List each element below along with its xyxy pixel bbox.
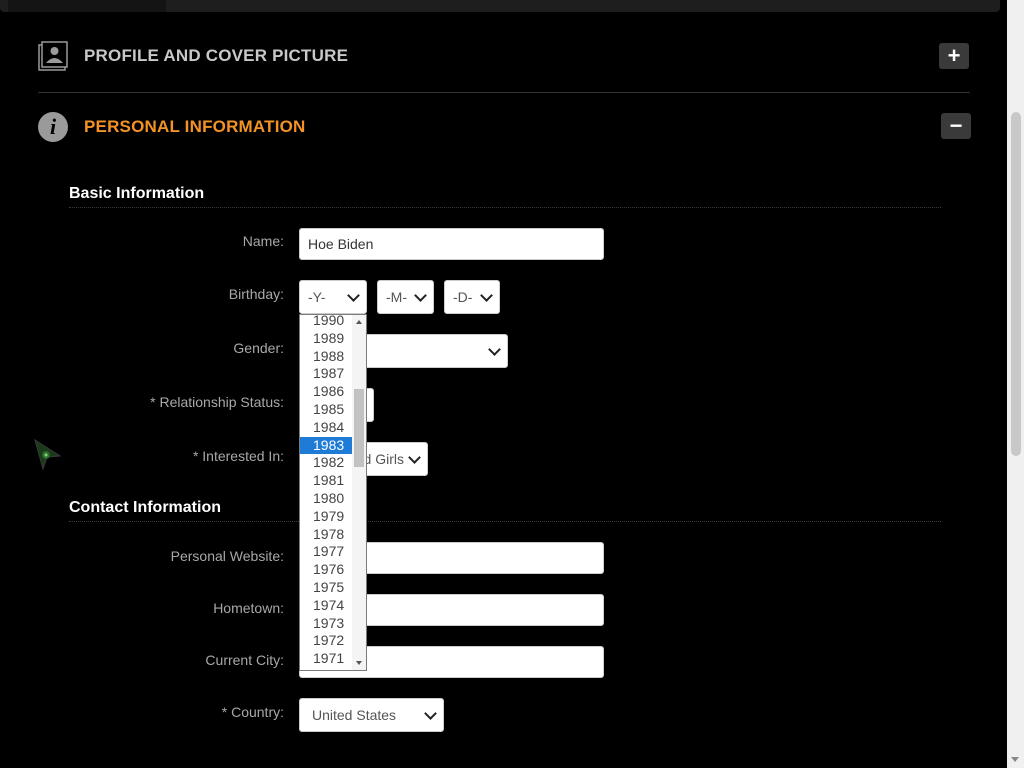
country-value: United States: [312, 707, 397, 723]
chevron-down-icon: [488, 342, 501, 356]
birthday-month-value: -M-: [386, 289, 407, 305]
year-dropdown-list[interactable]: 1990 1989 1988 1987 1986 1985 1984 1983 1982 1981…: [299, 314, 367, 671]
year-option[interactable]: 1977: [300, 543, 352, 561]
top-bar-tab[interactable]: [8, 0, 166, 12]
info-icon: i: [38, 112, 68, 142]
chevron-down-icon: [424, 706, 437, 720]
year-option[interactable]: 1987: [300, 365, 352, 383]
relationship-status-label: * Relationship Status:: [150, 394, 284, 410]
year-option[interactable]: 1989: [300, 330, 352, 348]
year-option[interactable]: 1978: [300, 526, 352, 544]
chevron-down-icon: [414, 288, 427, 302]
year-option[interactable]: 1971: [300, 650, 352, 668]
page: PROFILE AND COVER PICTURE + i PERSONAL I…: [0, 0, 1024, 768]
profile-picture-icon: [38, 41, 68, 71]
interested-in-label: * Interested In:: [192, 448, 284, 464]
year-options: 1990 1989 1988 1987 1986 1985 1984 1983 1982 1981…: [300, 315, 352, 668]
year-option[interactable]: 1975: [300, 579, 352, 597]
gender-label: Gender:: [233, 340, 284, 356]
current-city-label: Current City:: [205, 652, 284, 668]
birthday-day-select[interactable]: -D-: [444, 280, 500, 314]
name-label: Name:: [242, 233, 284, 249]
page-scroll-thumb[interactable]: [1011, 112, 1021, 456]
year-option[interactable]: 1980: [300, 490, 352, 508]
year-option[interactable]: 1984: [300, 419, 352, 437]
personal-section-header[interactable]: i PERSONAL INFORMATION: [38, 107, 970, 147]
contact-information-rule: [69, 521, 941, 522]
year-option[interactable]: 1981: [300, 472, 352, 490]
birthday-day-value: -D-: [453, 289, 473, 305]
profile-section-title: PROFILE AND COVER PICTURE: [84, 46, 349, 65]
year-option[interactable]: 1982: [300, 454, 352, 472]
top-bar: [0, 0, 1000, 12]
year-option[interactable]: 1985: [300, 401, 352, 419]
birthday-year-select[interactable]: -Y-: [299, 280, 367, 314]
page-scrollbar[interactable]: [1007, 0, 1024, 768]
chevron-down-icon: [480, 288, 493, 302]
personal-section-title: PERSONAL INFORMATION: [84, 117, 306, 136]
year-option[interactable]: 1983: [300, 436, 352, 455]
chevron-down-icon: [347, 288, 360, 302]
year-option[interactable]: 1972: [300, 632, 352, 650]
year-option[interactable]: 1973: [300, 615, 352, 633]
birthday-month-select[interactable]: -M-: [377, 280, 434, 314]
birthday-label: Birthday:: [228, 286, 284, 302]
chevron-down-icon: [408, 450, 421, 464]
country-select[interactable]: United States: [299, 698, 444, 732]
interested-in-value: d Girls: [363, 451, 404, 467]
collapse-personal-button[interactable]: −: [941, 113, 971, 139]
year-dropdown-scrollbar[interactable]: [352, 315, 366, 670]
personal-website-label: Personal Website:: [170, 548, 284, 564]
name-input[interactable]: [299, 228, 604, 260]
contact-information-heading: Contact Information: [69, 499, 221, 516]
hometown-label: Hometown:: [213, 600, 284, 616]
arrow-cursor-icon: [34, 438, 62, 470]
year-dropdown-scroll-thumb[interactable]: [354, 389, 364, 467]
birthday-year-value: -Y-: [308, 289, 326, 305]
basic-information-rule: [69, 207, 941, 208]
year-option[interactable]: 1979: [300, 508, 352, 526]
profile-section-header[interactable]: PROFILE AND COVER PICTURE: [38, 36, 970, 76]
scroll-up-icon[interactable]: [356, 320, 362, 324]
year-option[interactable]: 1990: [300, 315, 352, 330]
basic-information-heading: Basic Information: [69, 185, 205, 202]
expand-profile-button[interactable]: +: [939, 43, 969, 69]
year-option[interactable]: 1986: [300, 383, 352, 401]
section-divider: [38, 92, 970, 93]
country-label: * Country:: [221, 704, 284, 720]
scroll-down-icon[interactable]: [1011, 757, 1019, 762]
year-option[interactable]: 1976: [300, 561, 352, 579]
scroll-down-icon[interactable]: [356, 661, 362, 665]
year-option[interactable]: 1974: [300, 597, 352, 615]
year-option[interactable]: 1988: [300, 348, 352, 366]
